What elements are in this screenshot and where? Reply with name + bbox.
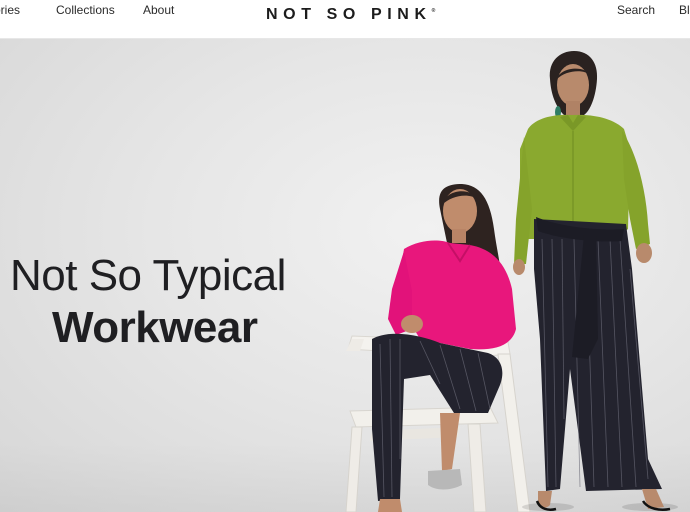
nav-link-search[interactable]: Search (617, 3, 655, 17)
nav-link-collections[interactable]: Collections (56, 3, 115, 17)
hero-headline-line2: Workwear (52, 303, 258, 352)
logo-text: NOT SO PINK (266, 6, 432, 23)
registered-mark: ® (431, 8, 436, 14)
hero-banner[interactable]: Not So Typical Workwear (0, 39, 690, 512)
nav-link-blog[interactable]: Bl (679, 3, 690, 17)
model-standing (513, 51, 678, 511)
nav-link-accessories[interactable]: ssories (0, 3, 20, 17)
hero-headline-line1: Not So Typical (10, 251, 286, 300)
site-header: ssories Collections About NOT SO PINK® S… (0, 0, 690, 39)
site-logo[interactable]: NOT SO PINK® (266, 6, 435, 24)
nav-link-about[interactable]: About (143, 3, 174, 17)
